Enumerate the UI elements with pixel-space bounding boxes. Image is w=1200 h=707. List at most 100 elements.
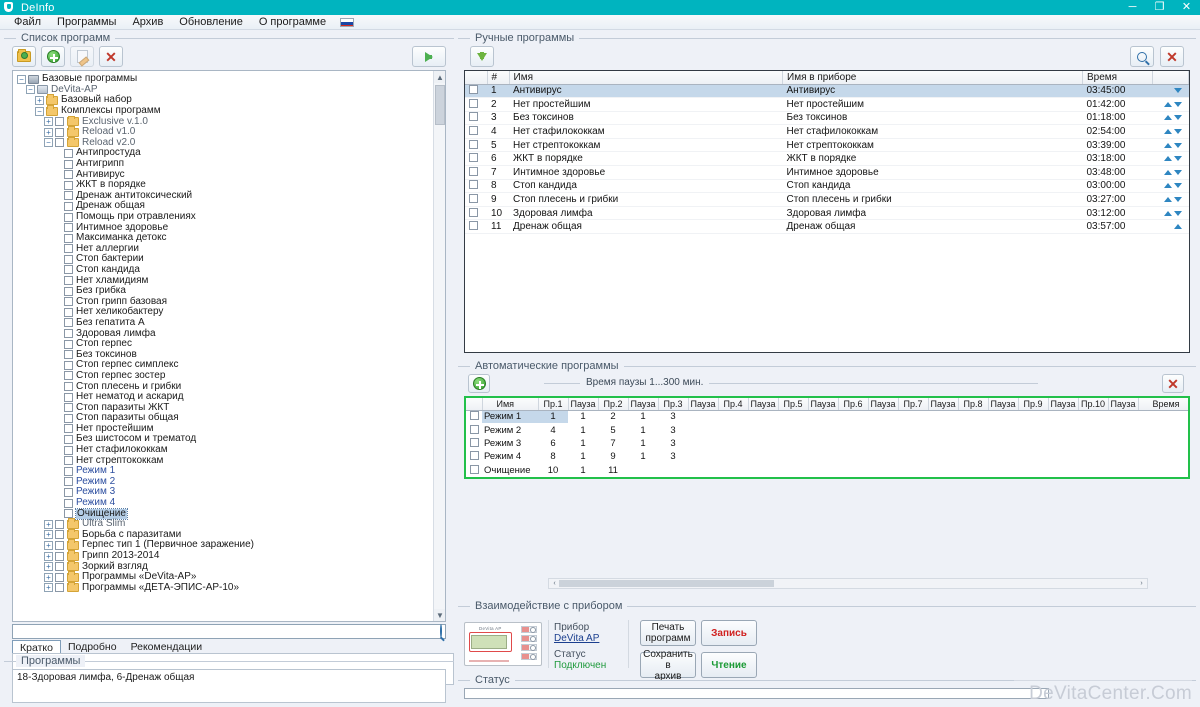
row-cell[interactable]: 1 <box>628 437 658 450</box>
tree-item-checkbox[interactable] <box>64 403 73 412</box>
row-cell[interactable] <box>958 437 988 450</box>
tree-item-checkbox[interactable] <box>55 562 64 571</box>
row-cell[interactable] <box>988 464 1018 477</box>
scroll-thumb[interactable] <box>435 85 445 125</box>
auto-col-15[interactable]: Пр.8 <box>958 398 988 410</box>
minimize-button[interactable]: ─ <box>1119 0 1146 15</box>
row-checkbox-cell[interactable] <box>465 98 487 112</box>
manual-search-button[interactable] <box>1130 46 1154 67</box>
row-cell[interactable] <box>778 464 808 477</box>
row-cell[interactable]: 1 <box>568 437 598 450</box>
row-cell[interactable] <box>838 450 868 463</box>
auto-col-10[interactable]: Пауза <box>808 398 838 410</box>
expand-icon[interactable]: + <box>44 128 53 137</box>
row-cell[interactable]: 7 <box>598 437 628 450</box>
row-cell[interactable] <box>1078 464 1108 477</box>
table-row[interactable]: 3Без токсиновБез токсинов01:18:00 <box>465 111 1189 125</box>
tree-item[interactable]: +Зоркий взгляд <box>13 561 432 572</box>
table-row[interactable]: Режим 36171308:26:00 <box>466 437 1190 450</box>
row-cell[interactable] <box>898 410 928 423</box>
tree-item-checkbox[interactable] <box>64 255 73 264</box>
row-checkbox[interactable] <box>470 411 479 420</box>
row-cell[interactable]: 1 <box>628 423 658 436</box>
tree-item-checkbox[interactable] <box>64 414 73 423</box>
tree-item-checkbox[interactable] <box>64 265 73 274</box>
write-button[interactable]: Запись <box>701 620 757 646</box>
row-cell[interactable]: 10 <box>538 464 568 477</box>
row-checkbox[interactable] <box>469 221 478 230</box>
manual-add-button[interactable] <box>470 46 494 67</box>
move-up-icon[interactable] <box>1164 115 1172 120</box>
menu-item-about[interactable]: О программе <box>251 15 334 30</box>
row-checkbox-cell[interactable] <box>466 464 482 477</box>
row-cell[interactable] <box>718 464 748 477</box>
auto-col-18[interactable]: Пауза <box>1048 398 1078 410</box>
menu-item-update[interactable]: Обновление <box>171 15 251 30</box>
tree-item-checkbox[interactable] <box>64 308 73 317</box>
expand-icon[interactable]: + <box>44 117 53 126</box>
tree-item-checkbox[interactable] <box>64 223 73 232</box>
move-down-icon[interactable] <box>1174 129 1182 134</box>
tree-item[interactable]: Нет нематод и аскарид <box>13 392 432 403</box>
tree-item-checkbox[interactable] <box>64 276 73 285</box>
tree-item-checkbox[interactable] <box>64 456 73 465</box>
move-up-icon[interactable] <box>1164 156 1172 161</box>
table-row[interactable]: 5Нет стрептококкамНет стрептококкам03:39… <box>465 138 1189 152</box>
tree-item[interactable]: Без гепатита А <box>13 318 432 329</box>
row-cell[interactable] <box>1108 464 1138 477</box>
tree-item[interactable]: Антигрипп <box>13 159 432 170</box>
row-cell[interactable] <box>1078 423 1108 436</box>
row-checkbox-cell[interactable] <box>465 111 487 125</box>
tree-item-checkbox[interactable] <box>64 340 73 349</box>
move-up-icon[interactable] <box>1174 224 1182 229</box>
expand-icon[interactable]: + <box>44 541 53 550</box>
row-cell[interactable] <box>1018 437 1048 450</box>
row-cell[interactable] <box>748 450 778 463</box>
expand-icon[interactable]: + <box>44 520 53 529</box>
row-cell[interactable] <box>838 410 868 423</box>
row-cell[interactable] <box>1138 410 1190 423</box>
row-cell[interactable] <box>1108 410 1138 423</box>
auto-col-12[interactable]: Пауза <box>868 398 898 410</box>
table-row[interactable]: Очищение1011107:10:00 <box>466 464 1190 477</box>
tree-item[interactable]: Стоп кандида <box>13 265 432 276</box>
row-cell[interactable] <box>868 464 898 477</box>
row-cell[interactable] <box>868 437 898 450</box>
row-cell[interactable] <box>808 423 838 436</box>
auto-col-1[interactable]: Пр.1 <box>538 398 568 410</box>
row-cell[interactable] <box>898 450 928 463</box>
row-cell[interactable]: 1 <box>568 423 598 436</box>
row-cell[interactable] <box>988 410 1018 423</box>
auto-col-14[interactable]: Пауза <box>928 398 958 410</box>
row-cell[interactable] <box>718 410 748 423</box>
row-cell[interactable]: 1 <box>568 450 598 463</box>
row-cell[interactable] <box>838 423 868 436</box>
tree-item[interactable]: ЖКТ в порядке <box>13 180 432 191</box>
row-cell[interactable] <box>928 423 958 436</box>
move-down-icon[interactable] <box>1174 183 1182 188</box>
row-checkbox-cell[interactable] <box>466 410 482 423</box>
auto-col-20[interactable]: Пауза <box>1108 398 1138 410</box>
row-cell[interactable] <box>988 437 1018 450</box>
tree-item[interactable]: +Программы «ДЕТА-ЭПИС-АР-10» <box>13 583 432 594</box>
tree-item-checkbox[interactable] <box>64 244 73 253</box>
row-checkbox[interactable] <box>469 99 478 108</box>
tree-item[interactable]: −Reload v2.0 <box>13 138 432 149</box>
row-checkbox-cell[interactable] <box>465 179 487 193</box>
tree-item-checkbox[interactable] <box>55 117 64 126</box>
row-cell[interactable]: 3 <box>658 450 688 463</box>
tree-item-checkbox[interactable] <box>64 170 73 179</box>
maximize-button[interactable]: ❐ <box>1146 0 1173 15</box>
row-checkbox[interactable] <box>469 140 478 149</box>
row-cell[interactable]: 11 <box>598 464 628 477</box>
auto-delete-button[interactable]: ✕ <box>1162 374 1184 393</box>
row-cell[interactable] <box>688 464 718 477</box>
row-cell[interactable] <box>688 423 718 436</box>
move-down-icon[interactable] <box>1174 115 1182 120</box>
move-down-icon[interactable] <box>1174 211 1182 216</box>
move-up-icon[interactable] <box>1164 170 1172 175</box>
tree-item[interactable]: +Exclusive v.1.0 <box>13 116 432 127</box>
delete-program-button[interactable]: ✕ <box>99 46 123 67</box>
tree-item-checkbox[interactable] <box>55 530 64 539</box>
row-cell[interactable] <box>688 410 718 423</box>
